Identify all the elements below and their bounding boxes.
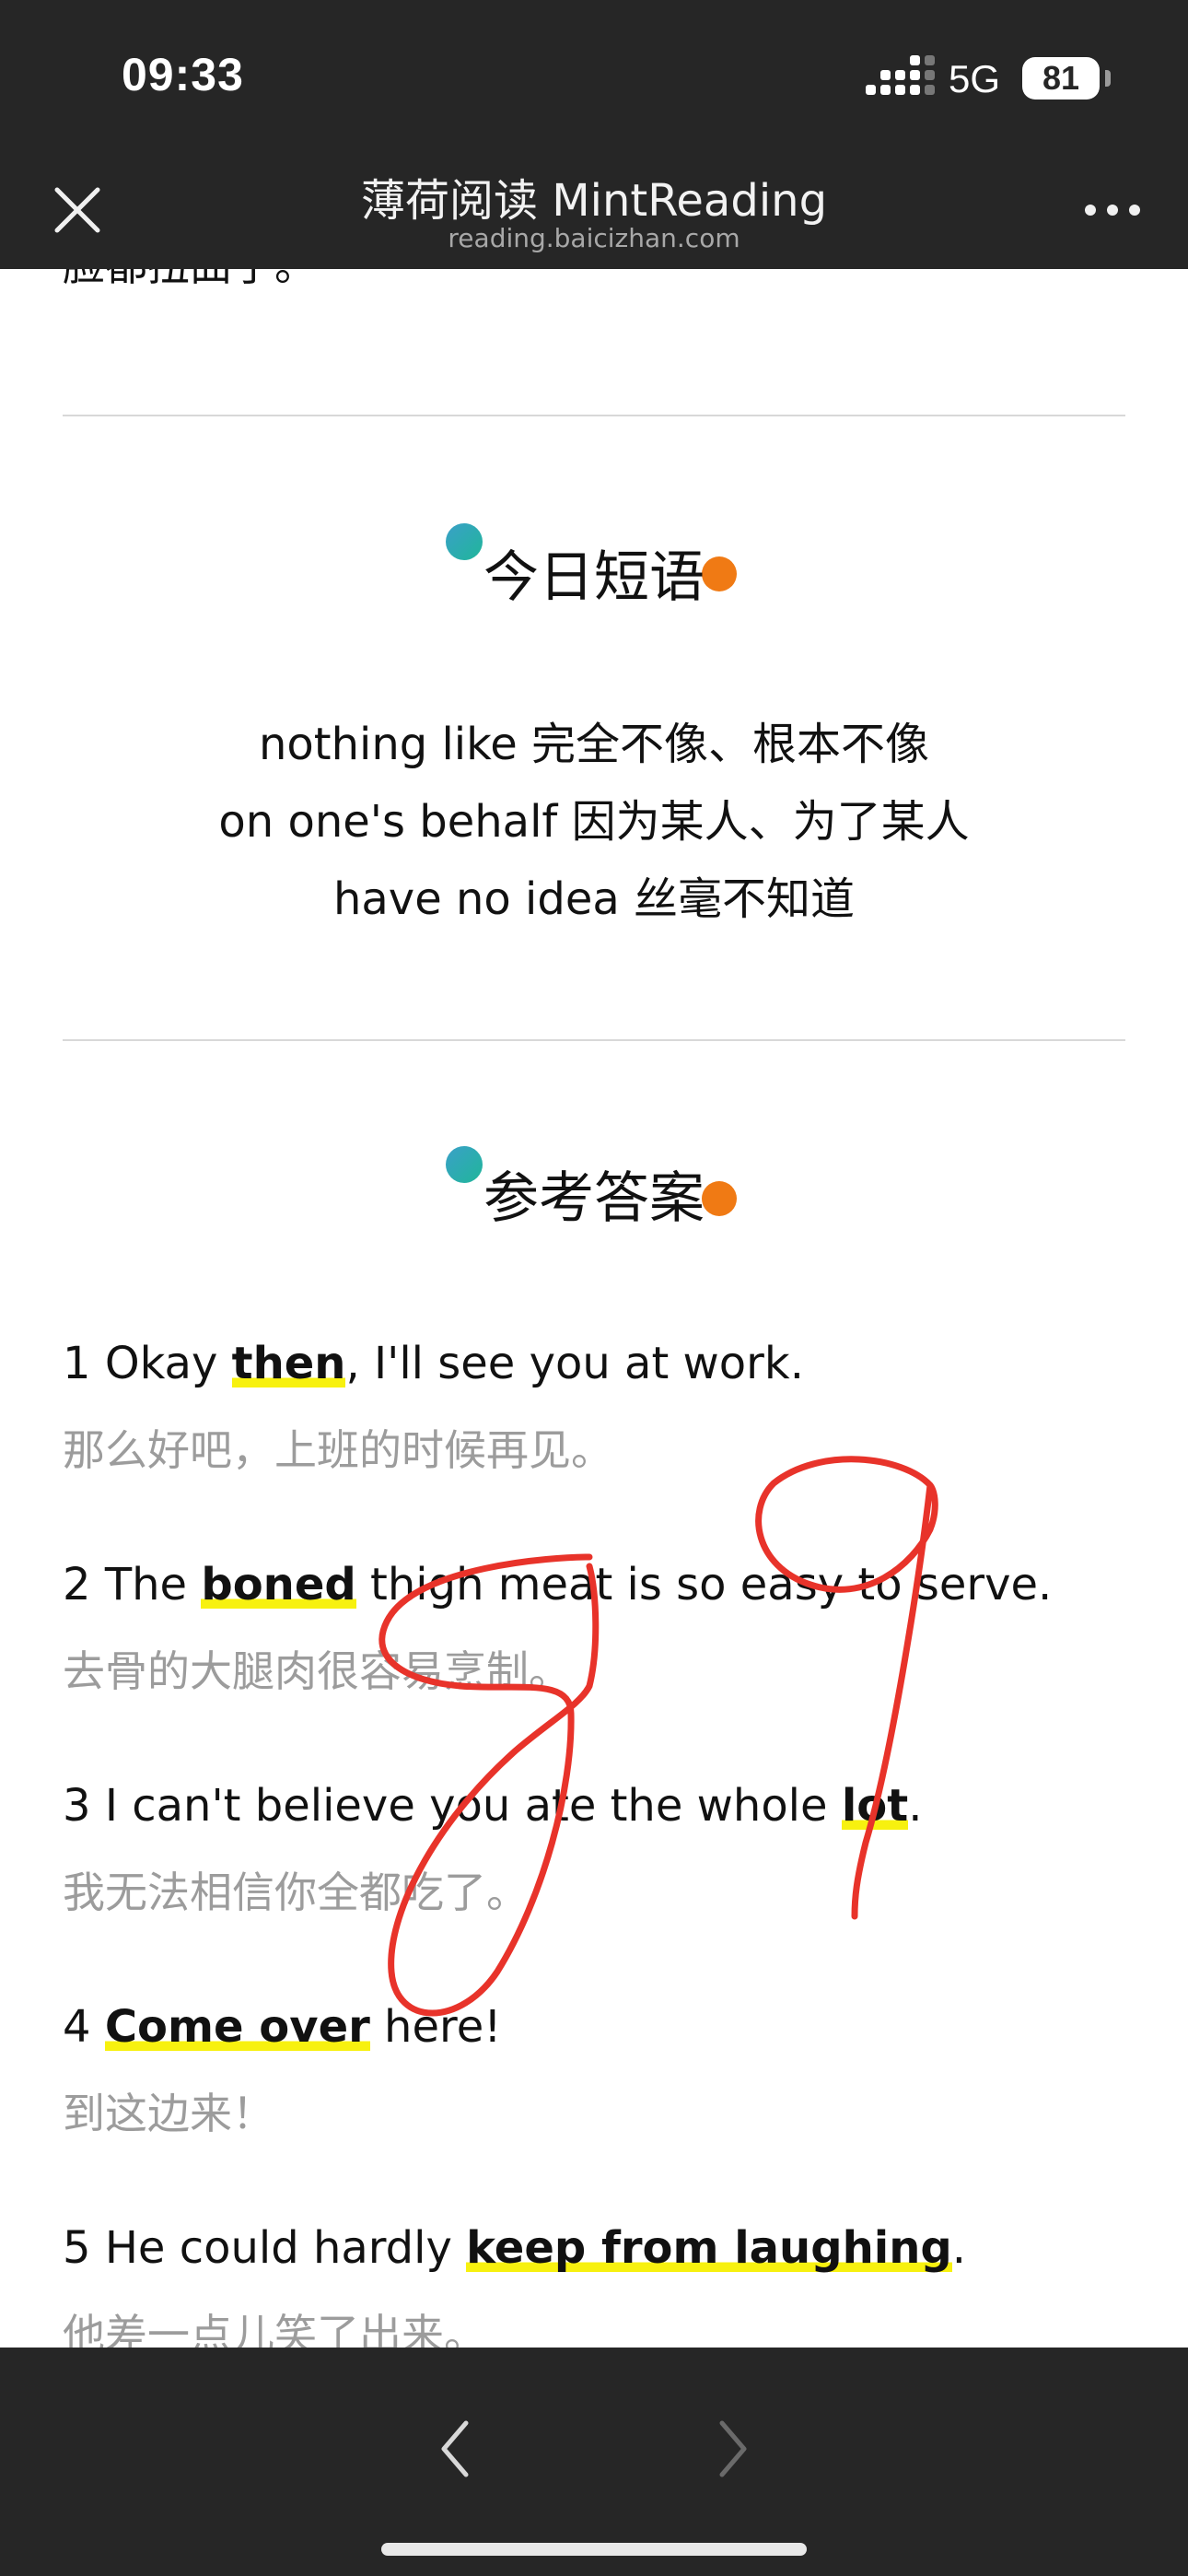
phrase-item: nothing like 完全不像、根本不像 xyxy=(258,719,930,770)
answer-item: 1 Okay then, I'll see you at work. 那么好吧，… xyxy=(63,1338,1131,1478)
highlighted-phrase: then xyxy=(231,1338,346,1389)
chevron-right-icon xyxy=(719,2420,747,2477)
highlighted-phrase: boned xyxy=(201,1559,356,1610)
divider xyxy=(63,1039,1125,1041)
battery-icon: 81 xyxy=(1022,57,1100,100)
answer-translation: 我无法相信你全都吃了。 xyxy=(63,1868,529,1917)
top-bar: 09:33 5G 81 薄荷阅读 MintReading reading.bai… xyxy=(0,0,1188,269)
divider xyxy=(63,415,1125,416)
answer-sentence: 4 Come over here! xyxy=(63,2001,502,2053)
cellular-signal-icon xyxy=(866,55,935,101)
answers-section-title: 参考答案 xyxy=(483,1166,705,1231)
phrase-item: have no idea 丝毫不知道 xyxy=(332,873,856,925)
answer-translation: 去骨的大腿肉很容易烹制。 xyxy=(63,1646,571,1696)
battery-cap xyxy=(1105,70,1111,87)
answer-item: 3 I can't believe you ate the whole lot.… xyxy=(63,1780,1131,1920)
home-indicator[interactable] xyxy=(381,2543,807,2556)
back-button[interactable] xyxy=(424,2412,488,2486)
network-type: 5G xyxy=(949,57,1001,100)
answer-sentence: 3 I can't believe you ate the whole lot. xyxy=(63,1780,923,1832)
bottom-toolbar xyxy=(0,2348,1188,2576)
phrases-list: nothing like 完全不像、根本不像 on one's behalf 因… xyxy=(0,706,1188,938)
highlighted-phrase: Come over xyxy=(104,2001,370,2053)
answer-sentence: 5 He could hardly keep from laughing. xyxy=(63,2222,967,2274)
answer-sentence: 2 The boned thigh meat is so easy to ser… xyxy=(63,1559,1053,1610)
chevron-left-icon xyxy=(441,2420,469,2477)
forward-button[interactable] xyxy=(700,2412,764,2486)
page-title: 薄荷阅读 MintReading xyxy=(360,175,828,227)
page-url: reading.baicizhan.com xyxy=(448,223,740,253)
more-options-button[interactable] xyxy=(1079,197,1146,223)
answer-item: 2 The boned thigh meat is so easy to ser… xyxy=(63,1559,1131,1699)
phrases-section-title: 今日短语 xyxy=(483,545,705,610)
status-time: 09:33 xyxy=(122,49,244,100)
answer-item: 5 He could hardly keep from laughing. 他差… xyxy=(63,2222,1131,2362)
answer-translation: 那么好吧，上班的时候再见。 xyxy=(63,1425,613,1475)
answer-translation: 到这边来！ xyxy=(63,2089,274,2138)
highlighted-phrase: lot xyxy=(841,1780,909,1832)
phrase-item: on one's behalf 因为某人、为了某人 xyxy=(218,796,970,848)
answer-sentence: 1 Okay then, I'll see you at work. xyxy=(63,1338,804,1389)
highlighted-phrase: keep from laughing xyxy=(466,2222,952,2274)
article-content: 脸都扭曲了。 今日短语 nothing like 完全不像、根本不像 on on… xyxy=(0,0,1188,2576)
answer-item: 4 Come over here! 到这边来！ xyxy=(63,2001,1131,2141)
